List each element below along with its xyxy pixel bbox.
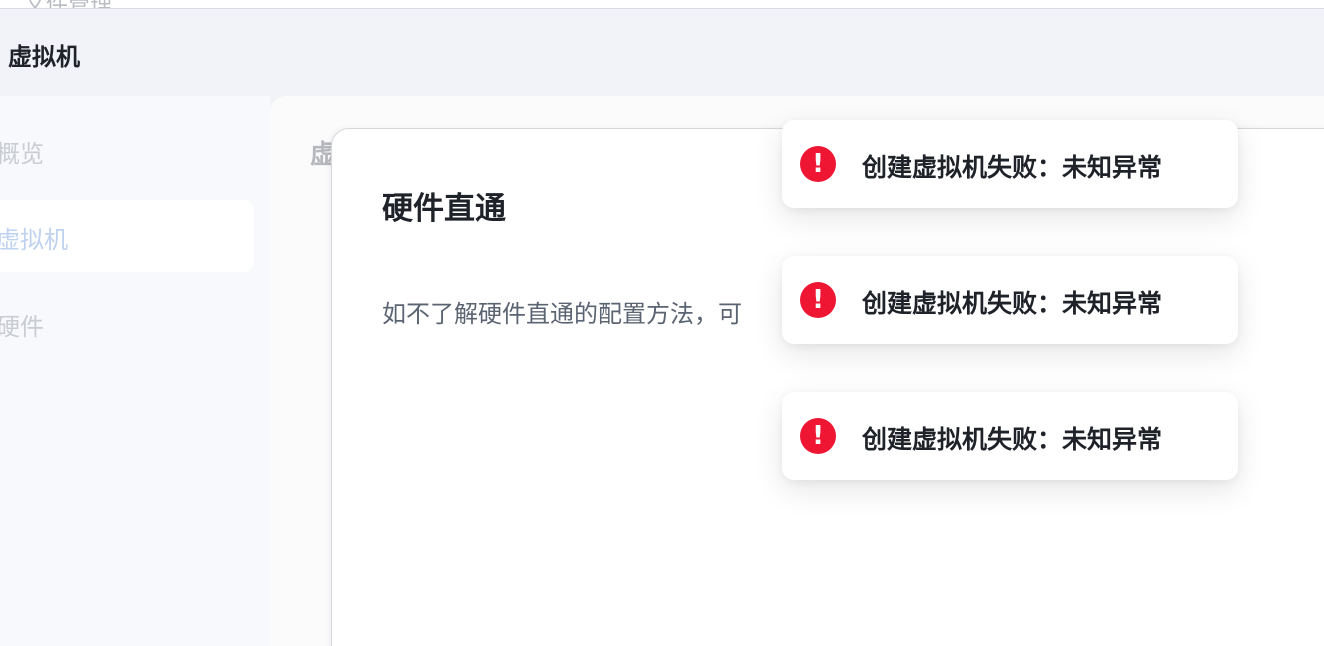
page-title: 虚拟机 <box>8 43 80 71</box>
error-icon: ! <box>800 146 836 182</box>
sidebar: 概览 虚拟机 硬件 <box>0 96 270 646</box>
error-toast: ! 创建虚拟机失败：未知异常 <box>782 392 1238 480</box>
top-strip: 文件管理 <box>0 0 1324 9</box>
sidebar-item-overview[interactable]: 概览 <box>0 114 254 186</box>
error-toast: ! 创建虚拟机失败：未知异常 <box>782 120 1238 208</box>
error-icon: ! <box>800 282 836 318</box>
dialog-description: 如不了解硬件直通的配置方法，可 <box>382 300 742 328</box>
page-header: 虚拟机 <box>0 9 1324 96</box>
sidebar-item-label: 虚拟机 <box>0 226 68 254</box>
toast-message: 创建虚拟机失败：未知异常 <box>862 153 1163 182</box>
error-toast: ! 创建虚拟机失败：未知异常 <box>782 256 1238 344</box>
sidebar-item-label: 概览 <box>0 140 44 168</box>
sidebar-item-label: 硬件 <box>0 313 44 341</box>
toast-message: 创建虚拟机失败：未知异常 <box>862 425 1163 454</box>
sidebar-item-hardware[interactable]: 硬件 <box>0 287 254 359</box>
toast-message: 创建虚拟机失败：未知异常 <box>862 289 1163 318</box>
sidebar-item-vm[interactable]: 虚拟机 <box>0 200 254 272</box>
top-strip-text: 文件管理 <box>24 0 112 8</box>
dialog-title: 硬件直通 <box>382 191 506 227</box>
error-icon: ! <box>800 418 836 454</box>
app-window: 文件管理 虚拟机 概览 虚拟机 硬件 虚 硬件直通 如不了解硬件直通的配置方法，… <box>0 0 1324 646</box>
